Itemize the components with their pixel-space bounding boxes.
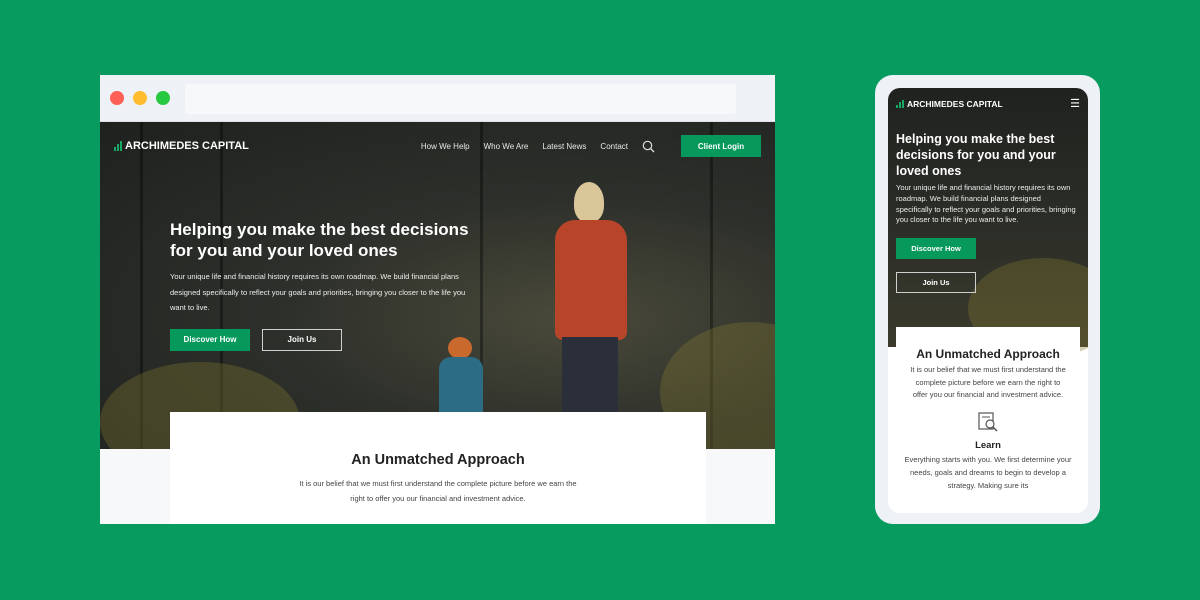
join-us-button[interactable]: Join Us xyxy=(262,328,342,351)
nav-latest-news[interactable]: Latest News xyxy=(542,142,586,151)
brand-name: ARCHIMEDES CAPITAL xyxy=(125,140,249,152)
approach-title: An Unmatched Approach xyxy=(351,452,525,468)
brand-name: ARCHIMEDES CAPITAL xyxy=(907,98,1003,109)
logo-bars-icon xyxy=(896,99,904,108)
maximize-dot[interactable] xyxy=(156,91,170,105)
logo[interactable]: ARCHIMEDES CAPITAL xyxy=(114,140,249,152)
hero-photo-figure xyxy=(540,182,640,449)
mobile-screen: ARCHIMEDES CAPITAL ☰ Helping you make th… xyxy=(888,88,1088,513)
nav-how-we-help[interactable]: How We Help xyxy=(421,142,470,151)
mobile-phone-mockup: ARCHIMEDES CAPITAL ☰ Helping you make th… xyxy=(875,75,1100,524)
hamburger-menu-icon[interactable]: ☰ xyxy=(1070,97,1080,110)
approach-text: It is our belief that we must first unde… xyxy=(299,479,577,503)
discover-how-button[interactable]: Discover How xyxy=(170,328,250,351)
mobile-approach-card: An Unmatched Approach It is our belief t… xyxy=(896,327,1080,513)
address-bar[interactable] xyxy=(185,84,736,114)
nav-who-we-are[interactable]: Who We Are xyxy=(484,142,529,151)
hero-text: Your unique life and financial history r… xyxy=(170,272,466,312)
mobile-hero-text: Your unique life and financial history r… xyxy=(896,183,1076,225)
hero-section: ARCHIMEDES CAPITAL How We Help Who We Ar… xyxy=(100,122,775,449)
mobile-join-us-button[interactable]: Join Us xyxy=(896,272,976,294)
site-nav: ARCHIMEDES CAPITAL How We Help Who We Ar… xyxy=(114,135,761,157)
close-dot[interactable] xyxy=(110,91,124,105)
hero-title: Helping you make the best decisions for … xyxy=(170,220,469,260)
nav-contact[interactable]: Contact xyxy=(600,142,628,151)
mobile-hero-title: Helping you make the best decisions for … xyxy=(896,132,1056,178)
desktop-browser-mockup: ARCHIMEDES CAPITAL How We Help Who We Ar… xyxy=(100,75,775,524)
learn-title: Learn xyxy=(975,440,1001,452)
search-icon[interactable] xyxy=(642,140,655,153)
mobile-approach-text: It is our belief that we must first unde… xyxy=(910,365,1066,400)
mobile-discover-how-button[interactable]: Discover How xyxy=(896,238,976,260)
client-login-button[interactable]: Client Login xyxy=(681,135,761,157)
browser-titlebar xyxy=(100,75,775,122)
mobile-hero: ARCHIMEDES CAPITAL ☰ Helping you make th… xyxy=(888,88,1088,358)
minimize-dot[interactable] xyxy=(133,91,147,105)
learn-document-magnifier-icon xyxy=(978,412,998,432)
learn-text: Everything starts with you. We first det… xyxy=(904,455,1072,490)
mobile-logo[interactable]: ARCHIMEDES CAPITAL xyxy=(896,99,1003,109)
logo-bars-icon xyxy=(114,141,122,151)
approach-card: An Unmatched Approach It is our belief t… xyxy=(170,412,706,524)
mobile-approach-title: An Unmatched Approach xyxy=(916,347,1060,361)
